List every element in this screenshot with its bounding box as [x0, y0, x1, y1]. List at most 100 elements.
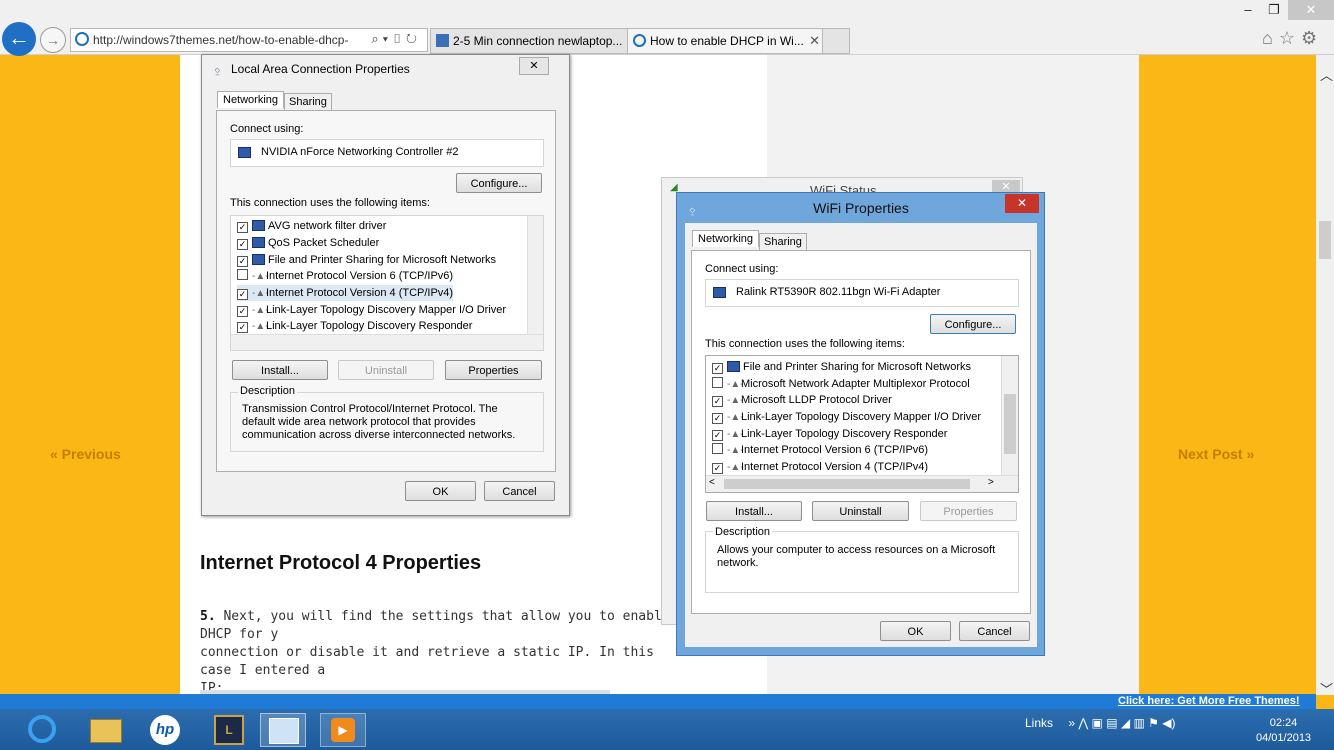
scroll-left-icon[interactable]: < [709, 477, 715, 488]
configure-button[interactable]: Configure... [456, 173, 542, 193]
clock-date: 04/01/2013 [1256, 732, 1312, 744]
checkbox[interactable]: ✓ [712, 463, 723, 474]
scroll-right-icon[interactable]: > [988, 477, 994, 488]
list-item[interactable]: ✓ File and Printer Sharing for Microsoft … [237, 252, 496, 268]
search-refresh-icon[interactable]: ⌕▾▯↻ [371, 31, 421, 47]
game-launcher-icon[interactable]: L [206, 713, 252, 747]
new-tab-button[interactable] [822, 28, 850, 54]
tab-connection[interactable]: 2-5 Min connection newlaptop... [430, 28, 628, 54]
list-item[interactable]: ✓ QoS Packet Scheduler [237, 235, 379, 251]
list-item[interactable]: ✓ -▲-Link-Layer Topology Discovery Respon… [237, 318, 472, 334]
close-icon[interactable]: ✕ [1005, 194, 1039, 213]
list-item[interactable]: ✓ AVG network filter driver [237, 218, 386, 234]
checkbox[interactable]: ✓ [237, 306, 248, 317]
dialog-title: WiFi Properties [813, 200, 909, 216]
checkbox[interactable] [237, 269, 248, 280]
scroll-thumb[interactable] [724, 479, 970, 489]
list-item[interactable]: -▲-Internet Protocol Version 6 (TCP/IPv6… [712, 442, 928, 458]
items-list[interactable]: ✓ AVG network filter driver ✓ QoS Packet S… [230, 215, 544, 351]
tray-icons[interactable]: » ⋀ ▣ ▤ ◢ ▥ ⚑ ◀) [1068, 716, 1175, 730]
horizontal-scrollbar[interactable] [231, 334, 543, 350]
clock-time: 02:24 [1269, 717, 1298, 729]
tab-label: 2-5 Min connection newlaptop... [453, 34, 623, 48]
checkbox[interactable]: ✓ [237, 222, 248, 233]
free-themes-link[interactable]: Click here: Get More Free Themes! [1118, 695, 1300, 707]
tab-sharing[interactable]: Sharing [284, 93, 332, 111]
ie-favicon-icon [75, 32, 89, 46]
list-scrollbar[interactable] [1001, 356, 1018, 475]
items-label: This connection uses the following items… [705, 338, 905, 350]
list-item[interactable]: ✓ -▲-Link-Layer Topology Discovery Respon… [712, 426, 947, 442]
list-scrollbar[interactable] [527, 216, 543, 334]
ok-button[interactable]: OK [880, 621, 951, 641]
close-window-button[interactable]: ✕ [1288, 0, 1334, 20]
service-icon [727, 361, 740, 372]
protocol-icon: -▲- [727, 462, 744, 473]
items-list[interactable]: ✓ File and Printer Sharing for Microsoft … [705, 355, 1019, 493]
scroll-down-icon[interactable]: ﹀ [1320, 679, 1333, 698]
network-control-panel-icon[interactable] [260, 713, 306, 747]
tab-sharing[interactable]: Sharing [759, 233, 807, 251]
list-item[interactable]: ✓ File and Printer Sharing for Microsoft … [712, 359, 971, 375]
clock[interactable]: 02:24 04/01/2013 [1256, 716, 1311, 746]
ie-taskbar-icon[interactable] [20, 713, 66, 747]
checkbox[interactable]: ✓ [237, 239, 248, 250]
protocol-icon: -▲- [252, 271, 269, 282]
checkbox[interactable] [712, 377, 723, 388]
address-bar[interactable]: http://windows7themes.net/how-to-enable-… [70, 28, 428, 52]
media-player-icon[interactable]: ▶ [320, 713, 366, 747]
list-item[interactable]: -▲-Internet Protocol Version 6 (TCP/IPv6… [237, 268, 453, 284]
home-star-gear-icon[interactable]: ⌂☆⚙ [1262, 28, 1323, 49]
tab-networking[interactable]: Networking [217, 91, 285, 108]
list-item[interactable]: ✓ -▲-Link-Layer Topology Discovery Mapper… [237, 302, 506, 318]
cancel-button[interactable]: Cancel [484, 481, 555, 501]
checkbox[interactable]: ✓ [237, 256, 248, 267]
list-item-selected[interactable]: ✓ -▲-Internet Protocol Version 4 (TCP/IPv… [237, 285, 454, 301]
adapter-icon [238, 147, 251, 158]
list-item[interactable]: ✓ -▲-Internet Protocol Version 4 (TCP/IPv… [712, 459, 928, 475]
tab-dhcp[interactable]: How to enable DHCP in Wi... ✕ [627, 28, 849, 54]
explorer-folder-icon[interactable] [82, 713, 128, 747]
install-button[interactable]: Install... [706, 501, 802, 521]
minimize-button[interactable]: – [1234, 0, 1262, 20]
adapter-field: Ralink RT5390R 802.11bgn Wi-Fi Adapter [705, 279, 1019, 307]
restore-button[interactable]: ❐ [1260, 0, 1288, 20]
checkbox[interactable]: ✓ [237, 289, 248, 300]
tab-networking[interactable]: Networking [692, 230, 760, 247]
scroll-thumb[interactable] [1004, 394, 1016, 454]
close-icon[interactable]: ✕ [519, 57, 549, 75]
ok-button[interactable]: OK [405, 481, 476, 501]
scroll-thumb[interactable] [1319, 221, 1331, 259]
protocol-icon: -▲- [252, 305, 269, 316]
system-tray: Links » ⋀ ▣ ▤ ◢ ▥ ⚑ ◀) [1025, 716, 1175, 730]
horizontal-scrollbar[interactable]: < > [706, 475, 1018, 492]
list-item[interactable]: -▲-Microsoft Network Adapter Multiplexor… [712, 376, 970, 392]
checkbox[interactable] [712, 443, 723, 454]
uninstall-button[interactable]: Uninstall [812, 501, 909, 521]
scroll-up-icon[interactable]: ︿ [1320, 65, 1333, 84]
hp-icon[interactable]: hp [142, 713, 188, 747]
install-button[interactable]: Install... [232, 360, 328, 380]
checkbox[interactable]: ✓ [712, 363, 723, 374]
close-tab-icon[interactable]: ✕ [809, 33, 820, 49]
previous-link[interactable]: « Previous [50, 446, 121, 462]
checkbox[interactable]: ✓ [712, 430, 723, 441]
back-arrow-icon[interactable]: ← [2, 22, 36, 56]
configure-button[interactable]: Configure... [930, 314, 1016, 334]
network-adapter-icon: ⍚ [214, 61, 222, 76]
adapter-name: Ralink RT5390R 802.11bgn Wi-Fi Adapter [736, 286, 941, 298]
checkbox[interactable]: ✓ [712, 413, 723, 424]
list-item[interactable]: ✓ -▲-Microsoft LLDP Protocol Driver [712, 392, 892, 408]
cancel-button[interactable]: Cancel [959, 621, 1030, 641]
vertical-scrollbar[interactable]: ︿ ﹀ [1316, 55, 1334, 698]
protocol-icon: -▲- [727, 445, 744, 456]
properties-button[interactable]: Properties [445, 360, 542, 380]
links-toolbar-label[interactable]: Links [1025, 716, 1053, 730]
checkbox[interactable]: ✓ [712, 396, 723, 407]
list-item[interactable]: ✓ -▲-Link-Layer Topology Discovery Mapper… [712, 409, 981, 425]
checkbox[interactable]: ✓ [237, 322, 248, 333]
next-post-link[interactable]: Next Post » [1178, 446, 1254, 462]
adapter-name: NVIDIA nForce Networking Controller #2 [261, 146, 459, 158]
forward-arrow-icon[interactable]: → [40, 27, 66, 53]
description-label: Description [713, 526, 773, 538]
